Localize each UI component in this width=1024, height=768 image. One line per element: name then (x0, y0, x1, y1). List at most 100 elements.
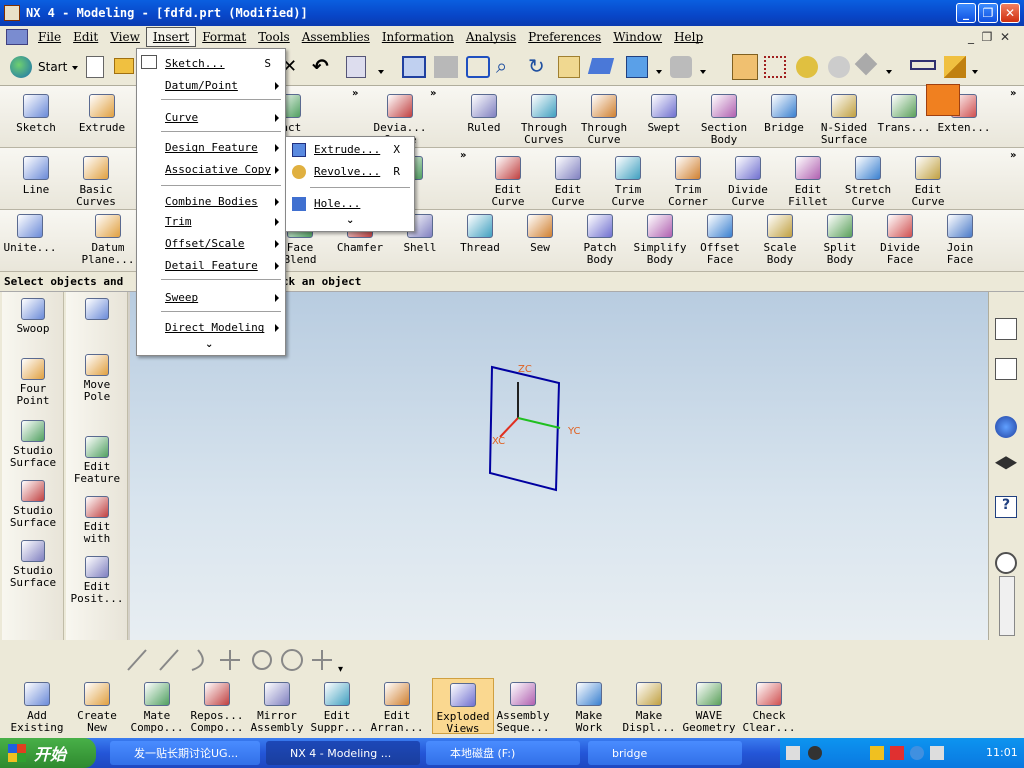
zoom-in-out-icon[interactable]: ⌕ (496, 54, 507, 78)
studio-surface-button[interactable]: Studio Surface (2, 420, 64, 469)
split-body-button[interactable]: Split Body (810, 214, 870, 266)
make-displ-button[interactable]: Make Displ... (618, 682, 680, 734)
sew-button[interactable]: Sew (510, 214, 570, 254)
start-button[interactable]: 开始 (0, 738, 96, 768)
minimize-button[interactable]: _ (956, 3, 976, 23)
close-button[interactable]: ✕ (1000, 3, 1020, 23)
start-label[interactable]: Start (38, 60, 67, 74)
menu-item-direct-modeling[interactable]: Direct Modeling (137, 319, 285, 337)
open-folder-icon[interactable] (114, 58, 134, 74)
tray-antivirus-icon[interactable] (890, 746, 904, 760)
thread-button[interactable]: Thread (450, 214, 510, 254)
menu-preferences[interactable]: Preferences (522, 28, 607, 46)
edit-curve-button[interactable]: Edit Curve (478, 156, 538, 208)
web-browser-icon[interactable] (995, 416, 1017, 438)
menu-item-curve[interactable]: Curve (137, 109, 285, 127)
menu-tools[interactable]: Tools (252, 28, 296, 46)
toolbar-overflow-icon[interactable]: » (460, 150, 466, 161)
menu-expand-icon[interactable]: ⌄ (205, 339, 213, 350)
select-dropdown-icon[interactable] (378, 70, 384, 74)
history-icon[interactable] (995, 552, 1017, 574)
edit-arran-button[interactable]: Edit Arran... (366, 682, 428, 734)
ruled-button[interactable]: Ruled (454, 94, 514, 134)
wave-geometry-button[interactable]: WAVE Geometry (678, 682, 740, 734)
add-existing-button[interactable]: Add Existing (6, 682, 68, 734)
menu-analysis[interactable]: Analysis (460, 28, 522, 46)
help-icon[interactable]: ? (995, 496, 1017, 518)
check-clear-button[interactable]: Check Clear... (738, 682, 800, 734)
swoop-button[interactable]: Swoop (2, 298, 64, 335)
assembly-seque-button[interactable]: Assembly Seque... (492, 682, 554, 734)
sketch-button[interactable]: Sketch (6, 94, 66, 134)
section-body-button[interactable]: Section Body (694, 94, 754, 146)
edit-suppr-button[interactable]: Edit Suppr... (306, 682, 368, 734)
toolbar-overflow-icon[interactable]: » (352, 88, 358, 99)
tray-network-icon[interactable] (910, 746, 924, 760)
n-sided-surface-button[interactable]: N-Sided Surface (814, 94, 874, 146)
pan-icon[interactable] (558, 56, 580, 78)
start-icon[interactable] (10, 56, 32, 78)
menu-item-combine-bodies[interactable]: Combine Bodies (137, 193, 285, 211)
menu-insert[interactable]: Insert (145, 27, 197, 47)
move-pole-button[interactable]: Move Pole (66, 354, 128, 403)
rotate-icon[interactable]: ↻ (528, 54, 545, 78)
volume-icon[interactable] (930, 746, 944, 760)
studio-surface-button[interactable]: Studio Surface (2, 540, 64, 589)
repos-compo-button[interactable]: Repos... Compo... (186, 682, 248, 734)
trim-curve-button[interactable]: Trim Curve (598, 156, 658, 208)
edit-curve-button[interactable]: Edit Curve (898, 156, 958, 208)
keyboard-icon[interactable] (786, 746, 800, 760)
orient-dropdown-icon[interactable] (700, 70, 706, 74)
menu-information[interactable]: Information (376, 28, 460, 46)
edit-posit-button[interactable]: Edit Posit... (66, 556, 128, 605)
line-button[interactable]: Line (6, 156, 66, 196)
start-dropdown-icon[interactable] (72, 66, 78, 70)
tool-button[interactable] (66, 298, 128, 323)
toolbar-overflow-icon[interactable]: » (430, 88, 436, 99)
menu-expand-icon[interactable]: ⌄ (346, 215, 354, 226)
document-window-controls[interactable]: _ ❐ ✕ (968, 30, 1010, 44)
measure-dropdown-icon[interactable] (972, 70, 978, 74)
hide-show-icon[interactable] (854, 52, 878, 76)
render-style-icon[interactable] (626, 56, 648, 78)
four-point-button[interactable]: Four Point (2, 358, 64, 407)
task-browser[interactable]: 发一贴长期讨论UG... (110, 741, 260, 765)
menu-item-offset-scale[interactable]: Offset/Scale (137, 235, 285, 253)
edit-with-button[interactable]: Edit with (66, 496, 128, 545)
menu-item-sweep[interactable]: Sweep (137, 289, 285, 307)
fit-view-icon[interactable] (402, 56, 426, 78)
divide-curve-button[interactable]: Divide Curve (718, 156, 778, 208)
hide-dropdown-icon[interactable] (886, 70, 892, 74)
simplify-body-button[interactable]: Simplify Body (630, 214, 690, 266)
menu-item-hole[interactable]: Hole... (286, 195, 414, 213)
undo-icon[interactable]: ↶ (312, 54, 329, 78)
window-titlebar[interactable]: NX 4 - Modeling - [fdfd.prt (Modified)] … (0, 0, 1024, 26)
offset-face-button[interactable]: Offset Face (690, 214, 750, 266)
orient-view-icon[interactable] (670, 56, 692, 78)
menu-item-associative-copy[interactable]: Associative Copy (137, 161, 285, 179)
stretch-curve-button[interactable]: Stretch Curve (838, 156, 898, 208)
join-face-button[interactable]: Join Face (930, 214, 990, 266)
zoom-icon[interactable] (466, 56, 490, 78)
menu-item-trim[interactable]: Trim (137, 213, 285, 231)
zoom-window-icon[interactable] (434, 56, 458, 78)
mate-compo-button[interactable]: Mate Compo... (126, 682, 188, 734)
menu-window[interactable]: Window (607, 28, 668, 46)
toolbar-overflow-icon[interactable]: » (1010, 88, 1016, 99)
unite-button[interactable]: Unite... (0, 214, 60, 254)
through-curve-button[interactable]: Through Curve (574, 94, 634, 146)
menu-item-revolve[interactable]: Revolve... R (286, 163, 414, 181)
edit-curve-button[interactable]: Edit Curve (538, 156, 598, 208)
menu-format[interactable]: Format (196, 28, 252, 46)
menu-item-design-feature[interactable]: Design Feature (137, 139, 285, 157)
menu-view[interactable]: View (104, 28, 146, 46)
render-dropdown-icon[interactable] (656, 70, 662, 74)
scale-body-button[interactable]: Scale Body (750, 214, 810, 266)
edit-feature-button[interactable]: Edit Feature (66, 436, 128, 485)
restore-button[interactable]: ❐ (978, 3, 998, 23)
color-palette-icon[interactable] (796, 56, 818, 78)
exploded-views-button[interactable]: Exploded Views (432, 678, 494, 735)
measure-distance-icon[interactable] (910, 60, 936, 70)
create-new-button[interactable]: Create New (66, 682, 128, 734)
menu-file[interactable]: File (32, 28, 67, 46)
